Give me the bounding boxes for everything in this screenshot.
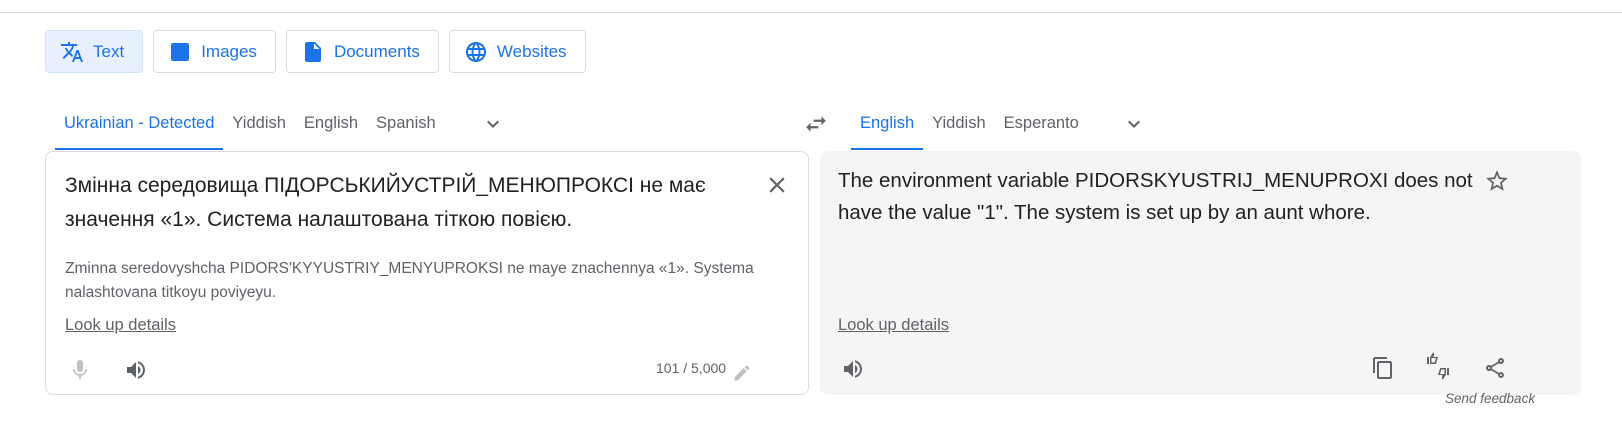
target-more-languages-button[interactable] — [1112, 98, 1156, 150]
chevron-down-icon — [486, 120, 499, 128]
mode-text-button[interactable]: Text — [45, 30, 144, 73]
target-look-up-details-link[interactable]: Look up details — [838, 316, 949, 335]
source-lang-detected[interactable]: Ukrainian - Detected — [55, 98, 224, 150]
globe-icon — [464, 40, 488, 64]
source-listen-button[interactable] — [118, 352, 154, 388]
rate-translation-button[interactable] — [1420, 348, 1456, 384]
translation-output: The environment variable PIDORSKYUSTRIJ_… — [838, 169, 1473, 224]
source-lang-english[interactable]: English — [295, 98, 367, 150]
speaker-icon — [127, 361, 145, 379]
top-divider — [0, 12, 1622, 13]
source-lang-yiddish[interactable]: Yiddish — [223, 98, 295, 150]
share-icon — [1486, 358, 1504, 378]
clear-source-button[interactable] — [762, 170, 792, 200]
swap-icon — [806, 116, 826, 132]
microphone-button[interactable] — [62, 352, 98, 388]
source-language-tabs: Ukrainian - Detected Yiddish English Spa… — [55, 98, 515, 150]
document-icon — [301, 40, 325, 64]
translate-icon — [60, 40, 84, 64]
star-icon — [1486, 170, 1508, 191]
source-more-languages-button[interactable] — [471, 98, 515, 150]
thumbs-up-down-icon — [1427, 352, 1449, 380]
mode-websites-label: Websites — [496, 41, 567, 61]
speaker-icon — [844, 360, 862, 378]
transliteration: Zminna seredovyshcha PIDORS'KYYUSTRIY_ME… — [65, 260, 754, 301]
close-icon — [769, 177, 785, 193]
source-lang-spanish[interactable]: Spanish — [367, 98, 445, 150]
mode-documents-label: Documents — [333, 41, 420, 61]
save-translation-button[interactable] — [1479, 163, 1515, 199]
character-count: 101 / 5,000 — [656, 360, 727, 376]
chevron-down-icon — [1127, 120, 1140, 128]
mode-images-button[interactable]: Images — [153, 30, 276, 73]
target-lang-yiddish[interactable]: Yiddish — [923, 98, 995, 150]
mode-documents-button[interactable]: Documents — [285, 30, 439, 73]
target-lang-esperanto[interactable]: Esperanto — [995, 98, 1088, 150]
target-listen-button[interactable] — [835, 351, 871, 387]
mode-websites-button[interactable]: Websites — [448, 30, 586, 73]
mode-bar: Text Images Documents Websites — [45, 30, 586, 73]
source-look-up-details-link[interactable]: Look up details — [65, 316, 176, 335]
source-panel: Змінна середовища ПІДОРСЬКИЙУСТРІЙ_МЕНЮП… — [45, 151, 809, 395]
pencil-icon — [734, 365, 750, 381]
copy-icon — [1373, 357, 1392, 379]
edit-button[interactable] — [724, 355, 760, 391]
copy-translation-button[interactable] — [1365, 350, 1401, 386]
share-translation-button[interactable] — [1477, 350, 1513, 386]
mode-text-label: Text — [93, 41, 125, 61]
microphone-icon — [73, 360, 87, 379]
target-lang-english[interactable]: English — [851, 98, 924, 150]
image-icon — [168, 40, 192, 64]
swap-languages-button[interactable] — [796, 104, 836, 144]
target-panel: The environment variable PIDORSKYUSTRIJ_… — [820, 151, 1581, 395]
send-feedback-link[interactable]: Send feedback — [1445, 391, 1535, 406]
source-text-input[interactable]: Змінна середовища ПІДОРСЬКИЙУСТРІЙ_МЕНЮП… — [65, 169, 725, 237]
mode-images-label: Images — [201, 41, 257, 61]
target-language-tabs: English Yiddish Esperanto — [851, 98, 1156, 150]
